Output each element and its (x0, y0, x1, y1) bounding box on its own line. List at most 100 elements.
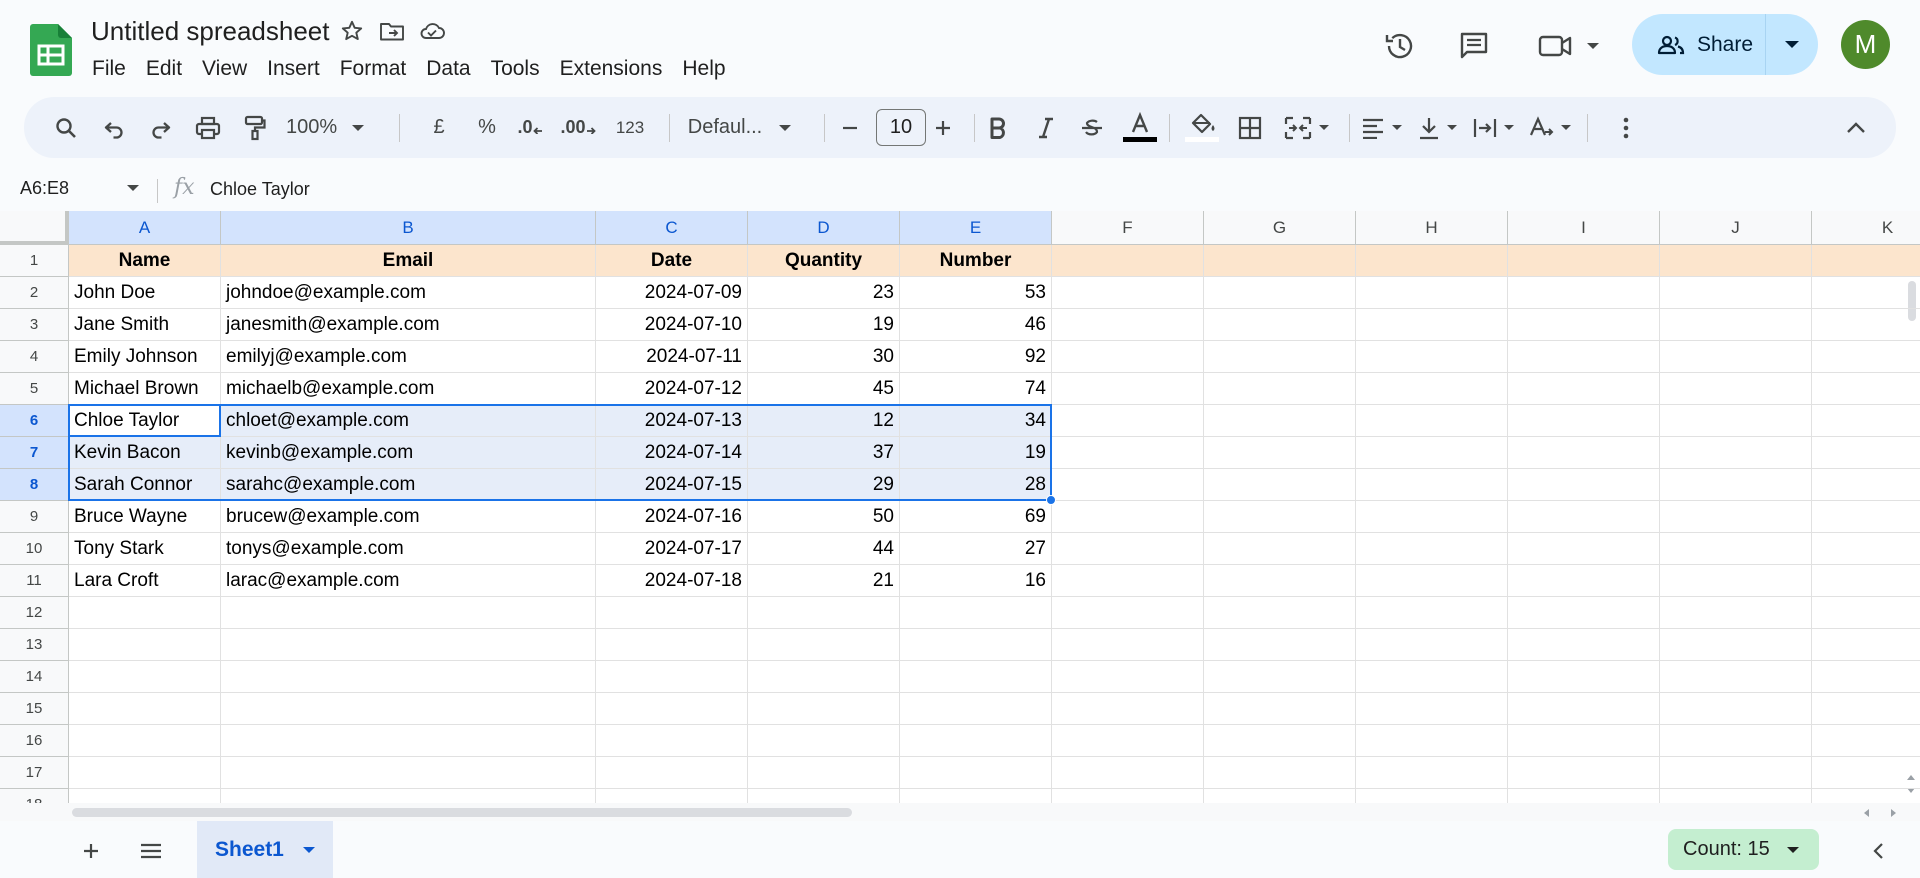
cell-c11[interactable]: 2024-07-18 (596, 565, 748, 597)
cell-k8[interactable] (1812, 469, 1920, 501)
horizontal-scroll-thumb[interactable] (72, 808, 852, 817)
cell-b7[interactable]: kevinb@example.com (221, 437, 596, 469)
scroll-left-icon[interactable] (1862, 808, 1870, 818)
cell-c18[interactable] (596, 789, 748, 803)
cell-h7[interactable] (1356, 437, 1508, 469)
cell-c15[interactable] (596, 693, 748, 725)
cell-e4[interactable]: 92 (900, 341, 1052, 373)
cell-a17[interactable] (69, 757, 221, 789)
cell-g4[interactable] (1204, 341, 1356, 373)
menu-data[interactable]: Data (416, 54, 480, 84)
cell-a16[interactable] (69, 725, 221, 757)
cell-g7[interactable] (1204, 437, 1356, 469)
redo-icon[interactable] (141, 97, 181, 158)
cell-f2[interactable] (1052, 277, 1204, 309)
cell-h11[interactable] (1356, 565, 1508, 597)
cell-k12[interactable] (1812, 597, 1920, 629)
cell-f18[interactable] (1052, 789, 1204, 803)
cell-e18[interactable] (900, 789, 1052, 803)
cell-b16[interactable] (221, 725, 596, 757)
cell-g6[interactable] (1204, 405, 1356, 437)
cell-b10[interactable]: tonys@example.com (221, 533, 596, 565)
cell-g15[interactable] (1204, 693, 1356, 725)
cell-f16[interactable] (1052, 725, 1204, 757)
menu-edit[interactable]: Edit (136, 54, 192, 84)
increase-decimal-button[interactable]: .00 (554, 97, 602, 158)
cell-k14[interactable] (1812, 661, 1920, 693)
cell-j9[interactable] (1660, 501, 1812, 533)
cell-b5[interactable]: michaelb@example.com (221, 373, 596, 405)
cell-b1[interactable]: Email (221, 245, 596, 277)
name-box[interactable]: A6:E8 (20, 178, 69, 199)
cell-d14[interactable] (748, 661, 900, 693)
column-header-h[interactable]: H (1356, 211, 1508, 245)
spreadsheet-grid[interactable]: ABCDEFGHIJK123456789101112131415161718Na… (0, 211, 1920, 803)
fill-color-icon[interactable] (1180, 97, 1224, 158)
cell-d15[interactable] (748, 693, 900, 725)
cell-i12[interactable] (1508, 597, 1660, 629)
search-menus-icon[interactable] (46, 97, 86, 158)
cell-a2[interactable]: John Doe (69, 277, 221, 309)
cell-b15[interactable] (221, 693, 596, 725)
cell-k15[interactable] (1812, 693, 1920, 725)
cell-a4[interactable]: Emily Johnson (69, 341, 221, 373)
cell-e8[interactable]: 28 (900, 469, 1052, 501)
cell-d12[interactable] (748, 597, 900, 629)
row-header-8[interactable]: 8 (0, 469, 69, 501)
cell-k17[interactable] (1812, 757, 1920, 789)
row-header-1[interactable]: 1 (0, 245, 69, 277)
row-header-7[interactable]: 7 (0, 437, 69, 469)
cell-k3[interactable] (1812, 309, 1920, 341)
cell-f1[interactable] (1052, 245, 1204, 277)
more-options-icon[interactable] (1604, 97, 1648, 158)
row-header-16[interactable]: 16 (0, 725, 69, 757)
cell-f5[interactable] (1052, 373, 1204, 405)
cell-h15[interactable] (1356, 693, 1508, 725)
cell-e9[interactable]: 69 (900, 501, 1052, 533)
cell-b3[interactable]: janesmith@example.com (221, 309, 596, 341)
cell-h9[interactable] (1356, 501, 1508, 533)
cell-k13[interactable] (1812, 629, 1920, 661)
row-header-12[interactable]: 12 (0, 597, 69, 629)
paint-format-icon[interactable] (235, 97, 275, 158)
cell-g14[interactable] (1204, 661, 1356, 693)
cell-h2[interactable] (1356, 277, 1508, 309)
cell-g5[interactable] (1204, 373, 1356, 405)
row-header-14[interactable]: 14 (0, 661, 69, 693)
row-header-13[interactable]: 13 (0, 629, 69, 661)
cell-b12[interactable] (221, 597, 596, 629)
font-select[interactable]: Defaul... (670, 97, 810, 158)
row-header-15[interactable]: 15 (0, 693, 69, 725)
cell-f17[interactable] (1052, 757, 1204, 789)
cell-d7[interactable]: 37 (748, 437, 900, 469)
format-percent-button[interactable]: % (470, 97, 504, 158)
cell-f9[interactable] (1052, 501, 1204, 533)
cell-h12[interactable] (1356, 597, 1508, 629)
print-icon[interactable] (188, 97, 228, 158)
cell-c12[interactable] (596, 597, 748, 629)
cell-k6[interactable] (1812, 405, 1920, 437)
cell-a10[interactable]: Tony Stark (69, 533, 221, 565)
cell-a7[interactable]: Kevin Bacon (69, 437, 221, 469)
cell-e2[interactable]: 53 (900, 277, 1052, 309)
cell-h10[interactable] (1356, 533, 1508, 565)
cell-j8[interactable] (1660, 469, 1812, 501)
cell-f13[interactable] (1052, 629, 1204, 661)
cell-f4[interactable] (1052, 341, 1204, 373)
cell-a6[interactable]: Chloe Taylor (69, 405, 221, 437)
row-header-17[interactable]: 17 (0, 757, 69, 789)
sheet-tab-sheet1[interactable]: Sheet1 (197, 821, 333, 878)
side-panel-toggle-icon[interactable] (1858, 831, 1898, 871)
cell-k4[interactable] (1812, 341, 1920, 373)
cell-j5[interactable] (1660, 373, 1812, 405)
cell-h3[interactable] (1356, 309, 1508, 341)
text-rotation-menu[interactable] (1522, 97, 1578, 158)
share-dropdown-button[interactable] (1766, 14, 1818, 75)
cell-b8[interactable]: sarahc@example.com (221, 469, 596, 501)
cell-i18[interactable] (1508, 789, 1660, 803)
cell-e16[interactable] (900, 725, 1052, 757)
cell-a5[interactable]: Michael Brown (69, 373, 221, 405)
cell-a1[interactable]: Name (69, 245, 221, 277)
cell-d5[interactable]: 45 (748, 373, 900, 405)
cell-e13[interactable] (900, 629, 1052, 661)
